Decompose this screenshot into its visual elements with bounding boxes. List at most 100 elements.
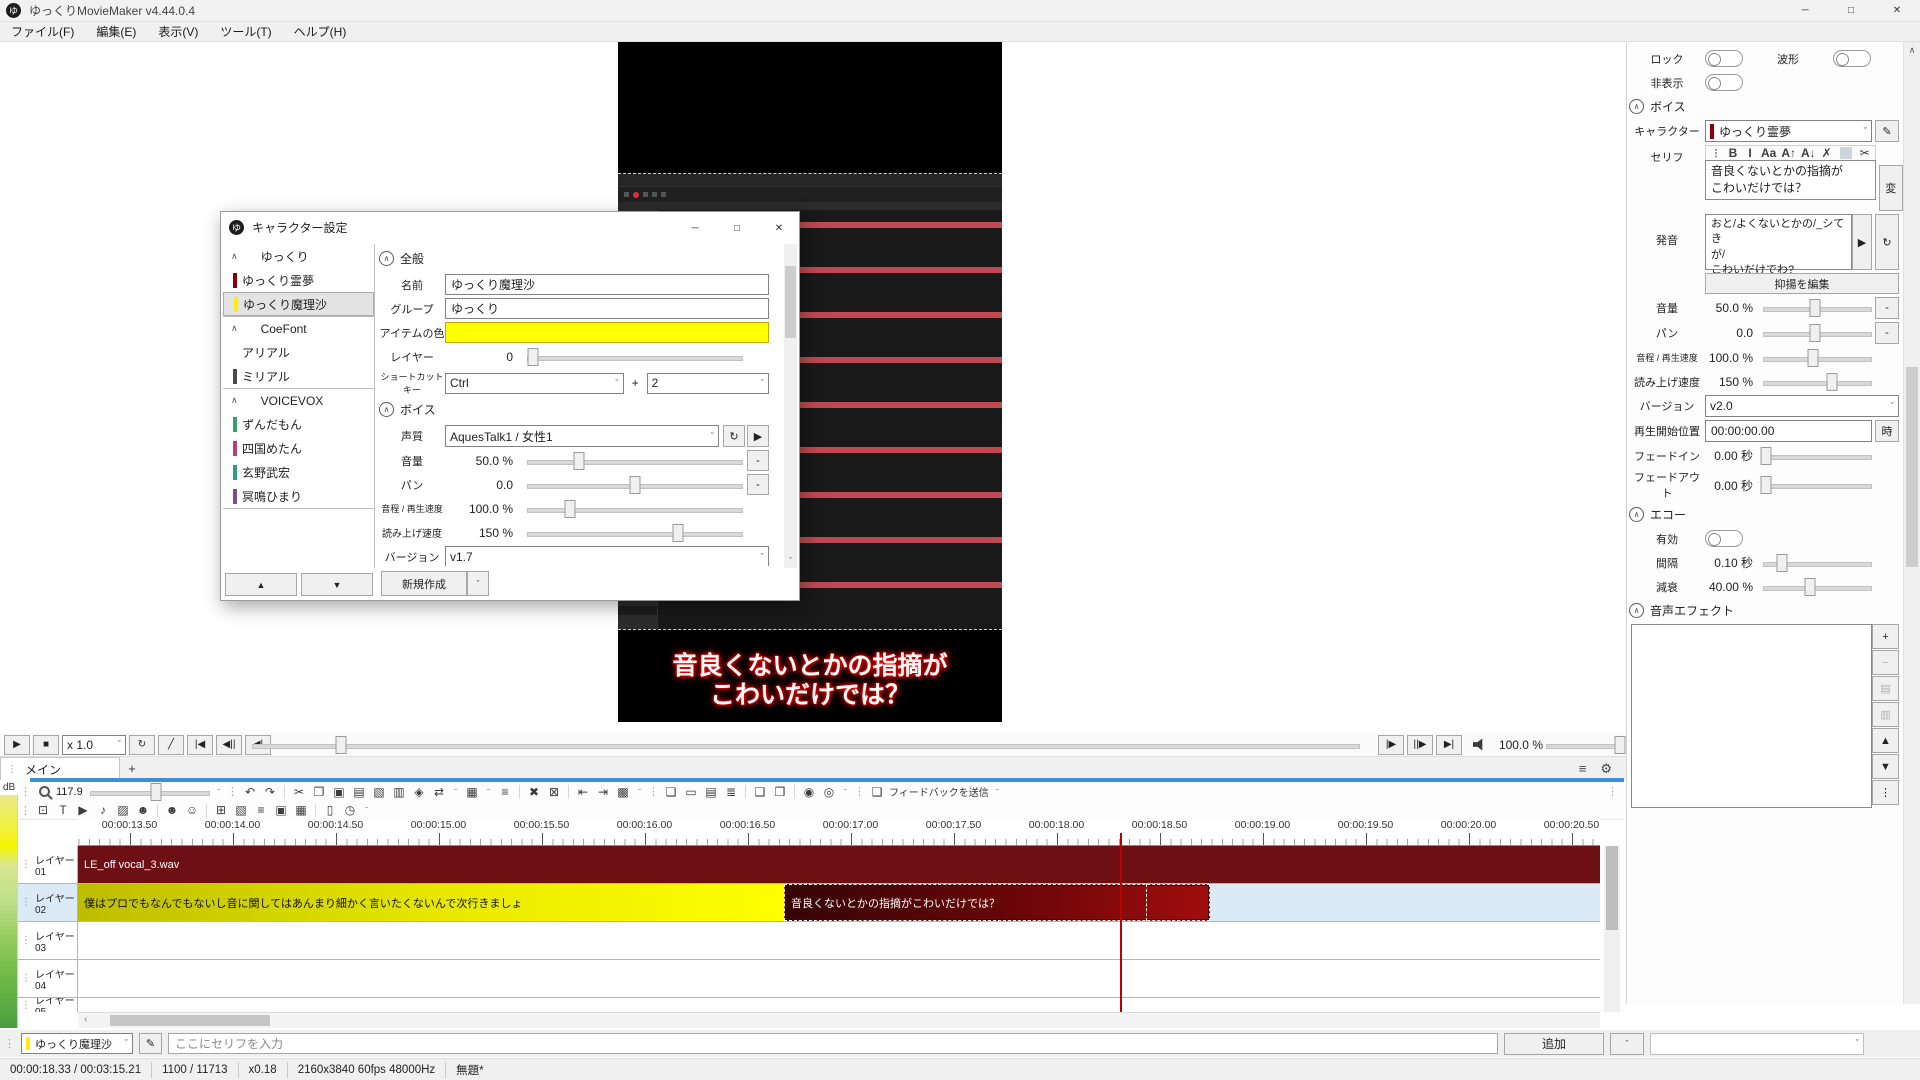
move-effect-down-button[interactable]: ▼ [1872,754,1899,779]
delete-all-icon[interactable]: ⊠ [546,785,562,799]
add-clock-icon[interactable]: ◷ [342,803,358,817]
chevron-down-icon[interactable]: ˇ [841,788,850,796]
copy-icon[interactable]: ❐ [311,785,327,799]
move-character-up-button[interactable]: ▲ [225,573,297,596]
add-grid-icon[interactable]: ▦ [293,803,309,817]
group-input[interactable]: ゆっくり [445,298,769,319]
next-frame-button[interactable]: ||▶ [1407,735,1433,755]
scroll-up-icon[interactable]: ∧ [1904,45,1920,56]
camera-icon[interactable]: ◎ [821,785,837,799]
paste-special-icon[interactable]: ▧ [371,785,387,799]
character-item-millial[interactable]: ミリアル [223,364,374,388]
stop-button[interactable]: ■ [33,735,59,755]
align-icon[interactable]: ≡ [497,785,513,799]
dialog-close-button[interactable]: ✕ [767,216,791,240]
remove-effect-button[interactable]: − [1872,650,1899,675]
dialog-title-bar[interactable]: ゆ キャラクター設定 ─ □ ✕ [221,212,799,242]
prev-frame-button[interactable]: ◀|| [216,735,242,755]
create-new-button[interactable]: 新規作成 [381,571,467,596]
item-color-swatch[interactable] [445,322,769,343]
shift-right-icon[interactable]: ⇥ [595,785,611,799]
speed-slider[interactable] [1763,373,1872,391]
character-item-yukkuri-marisa[interactable]: ゆっくり魔理沙 [223,292,374,316]
minimize-button[interactable]: ─ [1782,0,1828,22]
save-effect-template-button[interactable]: ▤ [1872,676,1899,701]
chevron-down-icon[interactable]: ˇ [993,788,1002,796]
add-subtitle-icon[interactable]: ⊡ [35,803,51,817]
cut-icon[interactable]: ✂ [291,785,307,799]
timeline-horizontal-scrollbar[interactable]: ‹ [78,1012,1600,1028]
speaker-icon[interactable] [1473,738,1488,751]
menu-item[interactable]: ファイル(F) [0,23,85,40]
dialog-minimize-button[interactable]: ─ [683,216,707,240]
add-serif-button[interactable]: 追加 [1504,1033,1604,1055]
sep[interactable] [794,785,795,798]
menu-item[interactable]: ツール(T) [209,23,282,40]
sep[interactable] [206,804,207,817]
move-mode-icon[interactable]: ⇄ [431,785,447,799]
character-item-shikoku-metan[interactable]: 四国めたん [223,436,374,460]
delete-icon[interactable]: ✖ [526,785,542,799]
tab-main[interactable]: ⋮ メイン [0,757,120,780]
font-size-down-icon[interactable]: A↓ [1801,146,1816,160]
shortcut-modifier-select[interactable]: Ctrl ˇ [445,373,624,394]
speed-slider[interactable] [527,524,743,542]
clipboard-icon[interactable]: ▤ [351,785,367,799]
start-position-input[interactable]: 00:00:00.00 [1705,420,1872,442]
version-select[interactable]: v2.0 ˇ [1705,395,1899,417]
pan-minus-button[interactable]: - [747,474,769,495]
character-edit-button[interactable]: ✎ [139,1033,162,1054]
add-group-icon[interactable]: ⊞ [213,803,229,817]
layer-label-5[interactable]: ⋮レイヤー 05 [18,998,78,1012]
sep[interactable] [284,785,285,798]
pronunciation-textarea[interactable]: おと/よくないとかの/_シてき が/ こわいだけでわ? [1705,214,1852,270]
timeline-vertical-scrollbar[interactable] [1604,846,1620,1012]
pan-slider[interactable] [527,476,743,494]
fade-out-slider[interactable] [1763,476,1872,494]
shortcut-key-select[interactable]: 2 ˇ [647,373,769,394]
export-icon[interactable]: ❏ [663,785,679,799]
collapse-general-icon[interactable]: ∧ [379,251,394,266]
name-input[interactable]: ゆっくり魔理沙 [445,274,769,295]
sep[interactable] [157,804,158,817]
playback-rate-select[interactable]: x 1.0 ˇ [62,735,126,755]
scroll-down-icon[interactable]: ˇ [784,556,797,566]
waveform-toggle[interactable] [1833,50,1871,67]
layer-label-2[interactable]: ⋮レイヤー 02 [18,884,78,921]
panel-scrollbar[interactable]: ∧ [1903,42,1920,1004]
drag-handle-icon[interactable]: ⋮ [648,785,659,798]
collapse-effects-icon[interactable]: ∧ [1629,603,1644,618]
voice-clip-yellow[interactable]: 僕はプロでもなんでもないし音に関してはあんまり細かく言いたくないんで次行きましょ [78,884,784,921]
layer-label-3[interactable]: ⋮レイヤー 03 [18,922,78,959]
echo-interval-slider[interactable] [1763,554,1872,572]
add-frame-icon[interactable]: ▣ [273,803,289,817]
close-button[interactable]: ✕ [1874,0,1920,22]
character-group-voicevox[interactable]: ∧ VOICEVOX [223,388,374,412]
font-size-up-icon[interactable]: A↑ [1781,146,1796,160]
add-text-icon[interactable]: T [55,803,71,817]
chevron-down-icon[interactable]: ˇ [484,788,493,796]
merge-icon[interactable]: ▩ [615,785,631,799]
echo-decay-slider[interactable] [1763,578,1872,596]
pan-slider[interactable] [1763,324,1872,342]
fade-in-slider[interactable] [1763,447,1872,465]
preset-select[interactable]: ˇ [1650,1033,1864,1055]
dialog-maximize-button[interactable]: □ [725,216,749,240]
pan-minus-button[interactable]: - [1875,322,1899,344]
pitch-slider[interactable] [1763,349,1872,367]
chevron-down-icon[interactable]: ˇ [635,788,644,796]
play-button[interactable]: ▶ [4,735,30,755]
menu-item[interactable]: 編集(E) [85,23,147,40]
chevron-down-icon[interactable]: ˇ [362,806,371,814]
convert-button[interactable]: 変 [1879,165,1903,211]
timeline-zoom-slider[interactable] [90,783,210,801]
clear-format-icon[interactable]: ✗ [1821,146,1833,160]
sep[interactable] [1840,147,1852,159]
layer-slider[interactable] [527,348,743,366]
open-folder-icon[interactable]: ▭ [683,785,699,799]
character-item-kurono-takehiro[interactable]: 玄野武宏 [223,460,374,484]
timeline-ruler-ticks[interactable] [78,833,1600,846]
edit-intonation-button[interactable]: 抑揚を編集 [1705,273,1899,294]
voice-refresh-button[interactable]: ↻ [723,425,745,447]
lock-toggle[interactable] [1705,50,1743,67]
